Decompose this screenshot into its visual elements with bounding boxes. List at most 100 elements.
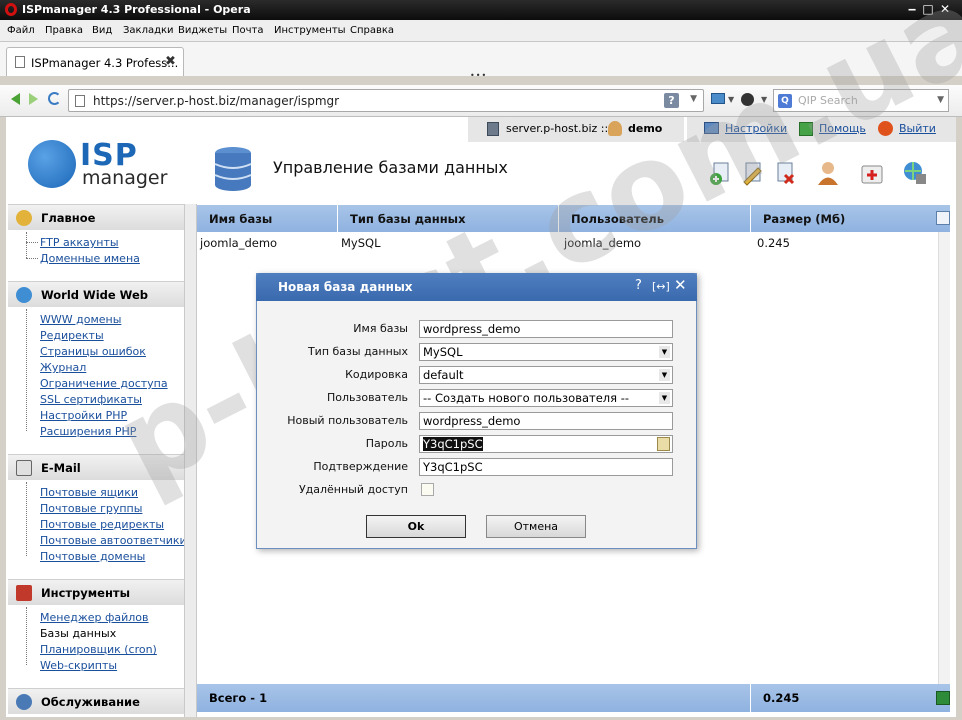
- menu-bookmarks[interactable]: Закладки: [123, 25, 174, 36]
- mail-icon: [16, 460, 32, 476]
- db-name-input[interactable]: wordpress_demo: [419, 320, 673, 338]
- sidebar-item-web-scripts[interactable]: Web-скрипты: [40, 659, 117, 672]
- chevron-down-icon[interactable]: ▼: [761, 95, 767, 104]
- sidebar-item-file-manager[interactable]: Менеджер файлов: [40, 611, 149, 624]
- sidebar-section-maintenance[interactable]: Обслуживание: [8, 688, 184, 714]
- search-engine-icon[interactable]: Q: [778, 94, 792, 108]
- monitor-icon[interactable]: [711, 93, 725, 104]
- remote-access-checkbox[interactable]: [421, 483, 434, 496]
- sidebar-section-email[interactable]: E-Mail: [8, 454, 184, 480]
- add-database-icon[interactable]: [708, 160, 734, 186]
- menu-file[interactable]: Файл: [7, 25, 35, 36]
- new-database-dialog: [256, 273, 697, 549]
- first-aid-icon[interactable]: [859, 160, 885, 186]
- reload-icon[interactable]: [48, 92, 61, 105]
- password-input[interactable]: Y3qC1pSC: [419, 435, 673, 453]
- sidebar-item-php-settings[interactable]: Настройки PHP: [40, 409, 127, 422]
- sidebar-item-access-restriction[interactable]: Ограничение доступа: [40, 377, 168, 390]
- tree-line: [26, 232, 27, 258]
- dialog-help-icon[interactable]: ?: [635, 278, 642, 293]
- sidebar-section-www[interactable]: World Wide Web: [8, 281, 184, 307]
- edit-database-icon[interactable]: [740, 160, 766, 186]
- dialog-expand-icon[interactable]: [↔]: [652, 280, 670, 293]
- new-user-input[interactable]: wordpress_demo: [419, 412, 673, 430]
- remote-access-label: Удалённый доступ: [298, 483, 408, 496]
- dropdown-arrow-icon[interactable]: ▼: [659, 369, 670, 381]
- close-window-button[interactable]: ✕: [938, 2, 952, 17]
- forward-icon[interactable]: [29, 93, 38, 105]
- tree-line: [26, 482, 27, 556]
- database-icon: [214, 147, 252, 191]
- sidebar-item-domains[interactable]: Доменные имена: [40, 252, 140, 265]
- sidebar-item-ftp[interactable]: FTP аккаунты: [40, 236, 119, 249]
- menu-view[interactable]: Вид: [92, 25, 112, 36]
- menu-edit[interactable]: Правка: [45, 25, 83, 36]
- sidebar-item-log[interactable]: Журнал: [40, 361, 86, 374]
- sidebar-item-mailboxes[interactable]: Почтовые ящики: [40, 486, 138, 499]
- ok-button[interactable]: Ok: [366, 515, 466, 538]
- chevron-down-icon[interactable]: ▼: [690, 94, 697, 104]
- sidebar-section-tools[interactable]: Инструменты: [8, 579, 184, 605]
- delete-database-icon[interactable]: [772, 160, 798, 186]
- sidebar-item-ssl[interactable]: SSL сертификаты: [40, 393, 142, 406]
- cancel-button[interactable]: Отмена: [486, 515, 586, 538]
- confirm-label: Подтверждение: [313, 460, 408, 473]
- power-icon: [878, 121, 893, 136]
- column-divider: [750, 684, 751, 712]
- browser-tab[interactable]: ISPmanager 4.3 Profess... ✖: [6, 47, 184, 76]
- chevron-down-icon[interactable]: ▼: [937, 95, 944, 105]
- col-header-size[interactable]: Размер (Мб): [763, 212, 845, 226]
- sidebar-section-main[interactable]: Главное: [8, 204, 184, 230]
- user-value: -- Создать нового пользователя --: [423, 391, 630, 405]
- sidebar-item-mail-redirects[interactable]: Почтовые редиректы: [40, 518, 164, 531]
- menu-tools[interactable]: Инструменты: [274, 25, 346, 36]
- sidebar-item-redirects[interactable]: Редиректы: [40, 329, 104, 342]
- menu-bar: Файл Правка Вид Закладки Виджеты Почта И…: [0, 20, 962, 42]
- generate-password-icon[interactable]: [657, 437, 670, 451]
- sidebar-item-php-extensions[interactable]: Расширения PHP: [40, 425, 136, 438]
- wand-icon[interactable]: [741, 93, 754, 106]
- address-field[interactable]: https://server.p-host.biz/manager/ispmgr…: [68, 89, 704, 112]
- encoding-select[interactable]: default ▼: [419, 366, 673, 384]
- user-select[interactable]: -- Создать нового пользователя -- ▼: [419, 389, 673, 407]
- users-icon[interactable]: [815, 160, 841, 186]
- password-label: Пароль: [365, 437, 408, 450]
- web-access-icon[interactable]: [902, 160, 928, 186]
- col-header-db-type[interactable]: Тип базы данных: [350, 212, 465, 226]
- confirm-password-input[interactable]: Y3qC1pSC: [419, 458, 673, 476]
- sidebar-item-autoresponders[interactable]: Почтовые автоответчики: [40, 534, 187, 547]
- drag-handle-icon[interactable]: •••: [470, 71, 487, 80]
- sidebar-section-title: World Wide Web: [41, 288, 148, 302]
- menu-widgets[interactable]: Виджеты: [178, 25, 227, 36]
- dialog-close-icon[interactable]: ✕: [674, 276, 687, 294]
- help-link[interactable]: Помощь: [819, 122, 866, 135]
- sidebar-item-cron[interactable]: Планировщик (cron): [40, 643, 157, 656]
- maintenance-icon: [16, 694, 32, 710]
- password-value: Y3qC1pSC: [423, 437, 483, 451]
- minimize-button[interactable]: ‒: [905, 2, 919, 17]
- table-scrollbar[interactable]: [938, 232, 950, 684]
- sidebar-item-databases[interactable]: Базы данных: [40, 627, 116, 640]
- dropdown-arrow-icon[interactable]: ▼: [659, 392, 670, 404]
- db-type-select[interactable]: MySQL ▼: [419, 343, 673, 361]
- maximize-button[interactable]: □: [921, 2, 935, 17]
- menu-help[interactable]: Справка: [350, 25, 394, 36]
- logout-link[interactable]: Выйти: [899, 122, 936, 135]
- sidebar-item-www-domains[interactable]: WWW домены: [40, 313, 121, 326]
- menu-mail[interactable]: Почта: [232, 25, 264, 36]
- export-excel-icon[interactable]: [936, 691, 950, 705]
- sidebar-item-error-pages[interactable]: Страницы ошибок: [40, 345, 146, 358]
- sidebar-splitter[interactable]: [184, 204, 197, 717]
- sidebar-item-mail-groups[interactable]: Почтовые группы: [40, 502, 142, 515]
- col-header-db-name[interactable]: Имя базы: [209, 212, 272, 226]
- back-icon[interactable]: [11, 93, 20, 105]
- dropdown-arrow-icon[interactable]: ▼: [659, 346, 670, 358]
- help-icon[interactable]: ?: [664, 93, 679, 108]
- chevron-down-icon[interactable]: ▼: [728, 95, 734, 104]
- sidebar-item-mail-domains[interactable]: Почтовые домены: [40, 550, 145, 563]
- table-settings-icon[interactable]: [936, 211, 950, 225]
- settings-link[interactable]: Настройки: [725, 122, 787, 135]
- close-tab-icon[interactable]: ✖: [165, 54, 176, 69]
- search-input[interactable]: Q QIP Search ▼: [773, 89, 949, 112]
- col-header-user[interactable]: Пользователь: [571, 212, 664, 226]
